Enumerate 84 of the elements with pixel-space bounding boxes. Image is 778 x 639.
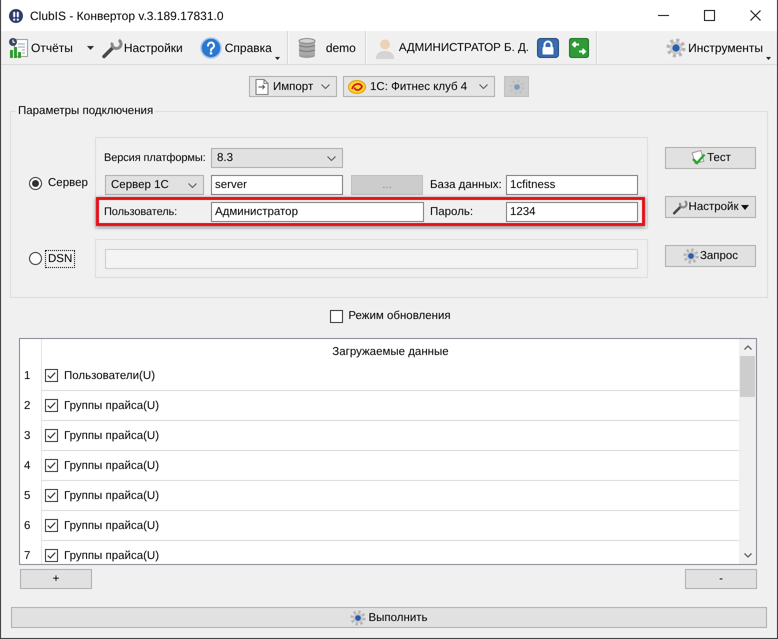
gear-icon (682, 248, 699, 264)
checkbox[interactable] (45, 429, 58, 442)
table-cell: Группы прайса(U) (64, 458, 160, 472)
table-cell: Группы прайса(U) (64, 488, 160, 502)
chevron-down-icon (188, 182, 197, 188)
scroll-down-icon[interactable] (744, 553, 752, 558)
checkmark-document-icon (690, 150, 706, 166)
test-button[interactable]: Тест (665, 147, 756, 169)
logo-icon (348, 80, 366, 94)
password-field[interactable]: 1234 (506, 202, 638, 222)
dropdown-caret-icon (274, 56, 280, 60)
configuration-dropdown[interactable]: 1С: Фитнес клуб 4 (343, 76, 495, 97)
database-button[interactable]: demo (296, 34, 356, 60)
settings-menu-button[interactable]: Настройк (665, 196, 756, 218)
row-number: 3 (24, 429, 30, 443)
gear-icon (666, 38, 686, 58)
scrollbar-thumb[interactable] (740, 356, 755, 397)
database-label: База данных: (430, 178, 503, 193)
server-radio[interactable]: Сервер (11, 174, 95, 192)
table-cell: Группы прайса(U) (64, 548, 160, 562)
update-mode-checkbox[interactable]: Режим обновления (330, 309, 451, 323)
gear-icon (350, 610, 366, 626)
checkbox[interactable] (45, 519, 58, 532)
checkbox-icon (330, 310, 344, 322)
settings-button[interactable]: Настройки (100, 34, 183, 60)
row-number: 1 (24, 369, 30, 383)
help-button[interactable]: Справка (200, 34, 280, 60)
lock-icon[interactable] (536, 38, 559, 58)
checkbox[interactable] (45, 399, 58, 412)
query-button[interactable]: Запрос (665, 245, 756, 267)
run-button[interactable]: Выполнить (11, 607, 767, 628)
server-field[interactable]: server (211, 175, 343, 195)
radio-icon (29, 252, 42, 265)
checkbox[interactable] (45, 369, 58, 382)
gear-icon (508, 78, 524, 94)
dsn-radio[interactable]: DSN (11, 250, 95, 268)
app-logo-icon (9, 8, 23, 22)
close-icon[interactable] (750, 10, 761, 21)
row-number: 4 (24, 459, 30, 473)
help-icon (200, 36, 222, 58)
table-cell: Группы прайса(U) (64, 428, 160, 442)
add-button[interactable]: + (20, 569, 92, 589)
tools-button[interactable]: Инструменты (666, 34, 771, 60)
checkbox[interactable] (45, 489, 58, 502)
group-title: Параметры подключения (17, 104, 154, 118)
row-number: 7 (24, 549, 30, 563)
row-number: 2 (24, 399, 30, 413)
table-cell: Группы прайса(U) (64, 518, 160, 532)
scroll-up-icon[interactable] (744, 345, 752, 350)
reports-button[interactable]: Отчёты (8, 34, 73, 60)
report-chart-icon (8, 36, 30, 58)
platform-label: Версия платформы: (104, 151, 207, 166)
remove-button[interactable]: - (685, 569, 757, 589)
vertical-scrollbar[interactable] (739, 339, 756, 564)
mode-dropdown[interactable]: Импорт (249, 76, 337, 97)
user-label: Пользователь: (104, 205, 178, 220)
user-name: АДМИНИСТРАТОР Б. Д. (398, 40, 529, 54)
table-cell: Группы прайса(U) (64, 398, 160, 412)
database-field[interactable]: 1cfitness (506, 175, 638, 195)
radio-icon (29, 176, 42, 190)
wrench-icon (100, 36, 123, 58)
chevron-down-icon (479, 84, 488, 89)
window-title: ClubIS - Конвертор v.3.189.17831.0 (30, 8, 224, 22)
chevron-down-icon (321, 84, 330, 89)
chevron-down-icon (327, 156, 336, 160)
maximize-icon[interactable] (704, 10, 715, 21)
database-icon (296, 36, 318, 58)
checkbox[interactable] (45, 549, 58, 562)
column-header: Загружаемые данные (332, 344, 449, 358)
table-cell: Пользователи(U) (64, 368, 156, 382)
server-type-dropdown[interactable]: Сервер 1С (105, 175, 204, 195)
checkbox[interactable] (45, 459, 58, 472)
platform-dropdown[interactable]: 8.3 (211, 148, 343, 168)
password-label: Пароль: (430, 205, 474, 220)
dropdown-caret-icon (741, 204, 750, 210)
wrench-icon (672, 199, 688, 215)
row-number: 5 (24, 489, 30, 503)
dropdown-caret-icon (766, 56, 771, 60)
switch-arrows-icon[interactable] (568, 38, 589, 58)
user-icon (374, 36, 395, 58)
user-field[interactable]: Администратор (211, 202, 424, 222)
document-icon (254, 78, 270, 96)
dropdown-caret-icon[interactable] (86, 46, 94, 50)
row-number: 6 (24, 519, 30, 533)
